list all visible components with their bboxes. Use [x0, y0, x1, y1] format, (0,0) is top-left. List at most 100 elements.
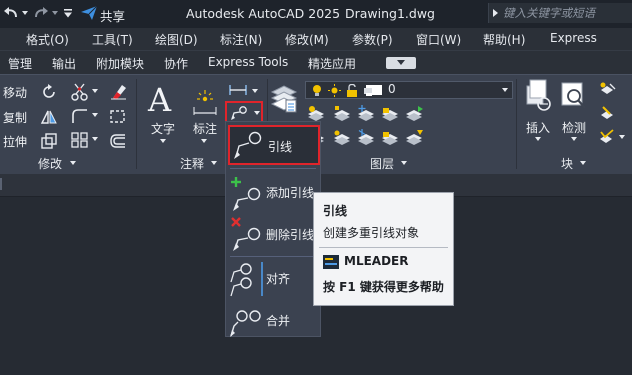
app-title: Autodesk AutoCAD 2025 — [186, 6, 341, 21]
array-icon[interactable] — [70, 131, 90, 149]
edit-block-icon[interactable] — [598, 105, 616, 123]
layers-panel-expand-icon[interactable] — [401, 161, 407, 165]
tab-express-tools[interactable]: Express Tools — [208, 55, 288, 69]
current-layer-name: 0 — [388, 82, 396, 96]
menu-tools[interactable]: 工具(T) — [92, 31, 133, 48]
layer-walk-icon[interactable] — [404, 129, 424, 145]
align-leader-icon — [228, 262, 264, 298]
scale-icon[interactable] — [40, 132, 58, 150]
menu-item-add-leader[interactable]: 添加引线 — [226, 172, 320, 218]
menu-window[interactable]: 窗口(W) — [416, 31, 461, 48]
redo-icon[interactable] — [32, 6, 52, 20]
tab-manage[interactable]: 管理 — [8, 55, 32, 72]
inspect-icon[interactable] — [560, 81, 588, 111]
create-block-icon[interactable] — [598, 81, 616, 99]
layer-lock-icon[interactable] — [380, 105, 400, 121]
bulb-on-icon — [311, 84, 323, 97]
insert-dropdown-icon[interactable] — [535, 137, 541, 141]
make-current-icon[interactable] — [404, 105, 424, 121]
layer-thaw-icon[interactable] — [356, 129, 376, 145]
tooltip: 引线 创建多重引线对象 MLEADER 按 F1 键获得更多帮助 — [313, 192, 454, 306]
array-dropdown-icon[interactable] — [92, 137, 98, 141]
layer-dropdown[interactable]: 0 — [305, 81, 513, 99]
menu-item-remove-leader[interactable]: 删除引线 — [226, 214, 320, 260]
tab-collaborate[interactable]: 协作 — [164, 55, 188, 72]
insert-label[interactable]: 插入 — [526, 119, 550, 136]
leader-icon — [231, 129, 265, 161]
customize-qat-icon[interactable] — [63, 9, 73, 19]
tooltip-help: 按 F1 键获得更多帮助 — [323, 280, 444, 294]
undo-icon[interactable] — [2, 6, 24, 20]
layer-previous-icon[interactable] — [332, 129, 352, 145]
menu-divider — [230, 256, 316, 257]
tooltip-description: 创建多重引线对象 — [323, 226, 420, 240]
text-icon[interactable]: A — [148, 81, 171, 119]
share-label[interactable]: 共享 — [100, 6, 125, 25]
modify-panel-title[interactable]: 修改 — [38, 155, 62, 172]
text-label[interactable]: 文字 — [151, 120, 175, 137]
menu-draw[interactable]: 绘图(D) — [155, 31, 198, 48]
layer-isolate-icon[interactable] — [332, 105, 352, 121]
menu-modify[interactable]: 修改(M) — [285, 31, 329, 48]
command-icon — [323, 255, 339, 269]
edit-attributes-dropdown-icon[interactable] — [619, 135, 625, 139]
layer-properties-icon[interactable] — [268, 80, 300, 116]
inspect-label[interactable]: 检测 — [562, 119, 586, 136]
modify-panel-expand-icon[interactable] — [70, 161, 76, 165]
tab-output[interactable]: 输出 — [52, 55, 76, 72]
rotate-icon[interactable] — [40, 83, 58, 101]
block-panel-title[interactable]: 块 — [561, 155, 573, 172]
ribbon-collapse-button[interactable] — [386, 57, 416, 69]
erase-icon[interactable] — [108, 81, 128, 101]
menu-item-leader[interactable]: 引线 — [228, 125, 320, 165]
redo-dropdown-icon[interactable] — [52, 11, 58, 15]
layers-panel-title[interactable]: 图层 — [370, 155, 394, 172]
mirror-icon[interactable] — [40, 108, 58, 126]
dimension-dropdown-icon[interactable] — [201, 139, 207, 143]
layer-color-swatch — [372, 85, 382, 95]
fillet-dropdown-icon[interactable] — [92, 113, 98, 117]
document-title: Drawing1.dwg — [345, 6, 435, 21]
menu-item-align[interactable]: 对齐 — [226, 258, 320, 304]
layer-freeze-icon[interactable] — [356, 105, 376, 121]
search-input[interactable]: 键入关键字或短语 — [503, 5, 595, 21]
search-box[interactable]: 键入关键字或短语 — [488, 3, 632, 23]
tab-addins[interactable]: 附加模块 — [96, 55, 144, 72]
share-icon[interactable] — [80, 5, 98, 21]
leader-button[interactable] — [225, 101, 263, 123]
layer-off-icon[interactable] — [306, 105, 326, 121]
linear-dimension-dropdown-icon[interactable] — [252, 89, 258, 93]
menu-express[interactable]: Express — [550, 31, 597, 45]
dimension-icon[interactable] — [190, 87, 220, 117]
menu-format[interactable]: 格式(O) — [26, 31, 69, 48]
undo-dropdown-icon[interactable] — [22, 11, 28, 15]
tooltip-title: 引线 — [323, 204, 348, 218]
copy-tool[interactable]: 复制 — [3, 109, 27, 126]
inspect-dropdown-icon[interactable] — [571, 137, 577, 141]
tooltip-divider — [319, 247, 448, 248]
explode-icon[interactable] — [108, 108, 128, 126]
text-dropdown-icon[interactable] — [160, 139, 166, 143]
trim-icon[interactable] — [70, 82, 90, 102]
fillet-icon[interactable] — [70, 107, 90, 125]
dimension-label[interactable]: 标注 — [193, 120, 217, 137]
edit-attributes-icon[interactable] — [598, 129, 616, 147]
menu-parametric[interactable]: 参数(P) — [352, 31, 393, 48]
linear-dimension-icon[interactable] — [228, 83, 248, 97]
menu-help[interactable]: 帮助(H) — [483, 31, 525, 48]
menu-item-collect[interactable]: 合并 — [226, 300, 320, 346]
insert-block-icon[interactable] — [524, 78, 554, 112]
menu-divider — [230, 168, 316, 169]
search-expand-icon — [493, 9, 498, 17]
offset-icon[interactable] — [108, 132, 128, 150]
stretch-tool[interactable]: 拉伸 — [3, 133, 27, 150]
move-tool[interactable]: 移动 — [3, 84, 27, 101]
menu-dimension[interactable]: 标注(N) — [220, 31, 262, 48]
layer-unlock-icon[interactable] — [380, 129, 400, 145]
annotation-panel-expand-icon[interactable] — [211, 161, 217, 165]
annotation-panel-title[interactable]: 注释 — [180, 155, 204, 172]
title-bar: 共享 Autodesk AutoCAD 2025 Drawing1.dwg 键入… — [0, 0, 632, 28]
block-panel-expand-icon[interactable] — [580, 161, 586, 165]
tab-featured-apps[interactable]: 精选应用 — [308, 55, 356, 72]
trim-dropdown-icon[interactable] — [92, 89, 98, 93]
